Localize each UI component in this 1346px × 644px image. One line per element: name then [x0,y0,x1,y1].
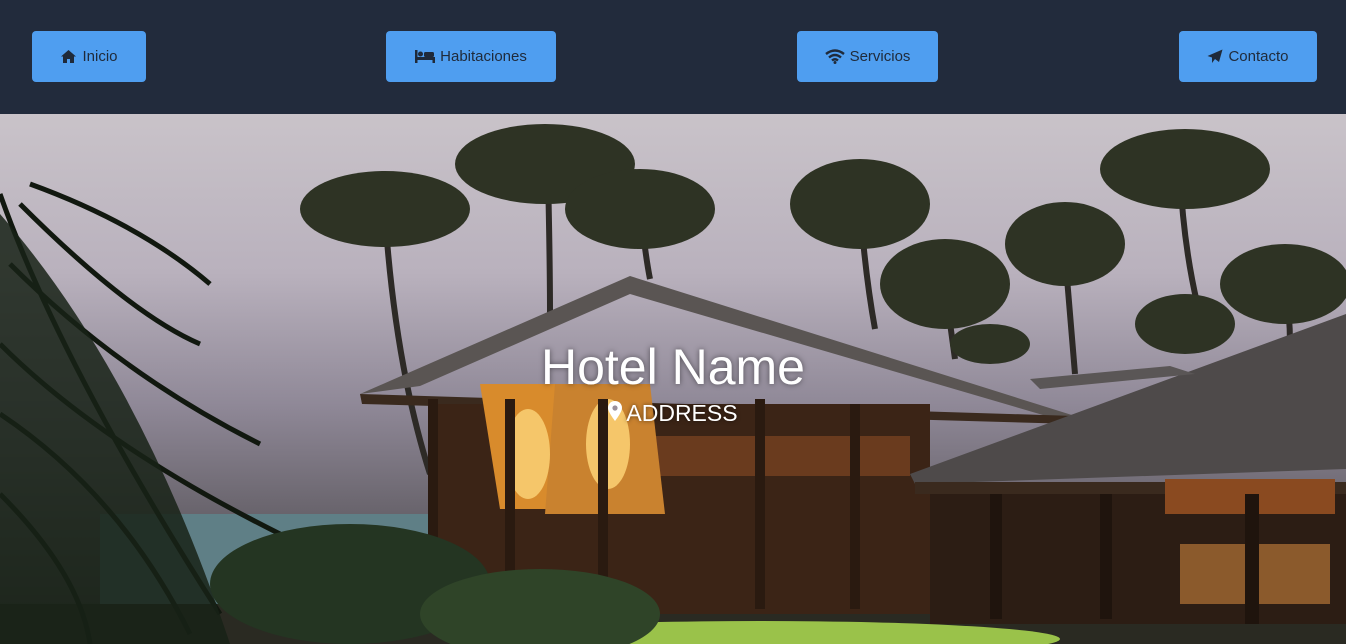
nav-label-inicio: Inicio [82,48,118,65]
map-marker-icon [608,400,623,427]
nav-label-servicios: Servicios [849,48,911,65]
hero-section: Hotel Name ADDRESS [0,114,1346,644]
bed-icon [415,50,436,63]
paper-plane-icon [1207,49,1223,64]
hotel-address: ADDRESS [0,400,1346,427]
home-icon [60,49,77,64]
nav-button-habitaciones[interactable]: Habitaciones [386,31,556,82]
navbar: Inicio Habitaciones Servicios Contacto [0,0,1346,114]
nav-button-contacto[interactable]: Contacto [1179,31,1317,82]
wifi-icon [824,49,845,64]
nav-label-habitaciones: Habitaciones [440,48,527,65]
nav-label-contacto: Contacto [1228,48,1289,65]
nav-button-servicios[interactable]: Servicios [797,31,938,82]
address-text: ADDRESS [626,400,738,426]
nav-button-inicio[interactable]: Inicio [32,31,146,82]
hotel-name-title: Hotel Name [541,339,805,395]
